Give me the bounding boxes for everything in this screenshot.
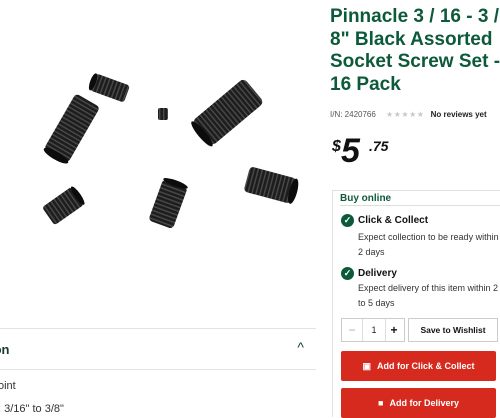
description-accordion-header[interactable]: ion ^ (0, 328, 316, 370)
quantity-input[interactable]: 1 (362, 319, 386, 341)
delivery-title: Delivery (358, 268, 397, 279)
description-line: : 3/16" to 3/8" (0, 403, 64, 415)
click-collect-text: Expect collection to be ready within 2 d… (358, 232, 499, 257)
add-delivery-button[interactable]: ■ Add for Delivery (341, 388, 496, 418)
add-click-collect-button[interactable]: ▣ Add for Click & Collect (341, 351, 496, 381)
store-icon: ▣ (362, 361, 371, 371)
price-dollars: 5 (341, 132, 360, 170)
check-icon: ✓ (341, 267, 354, 280)
save-to-wishlist-button[interactable]: Save to Wishlist (408, 318, 498, 342)
add-delivery-label: Add for Delivery (389, 398, 459, 408)
add-click-collect-label: Add for Click & Collect (377, 361, 475, 371)
description-line: oint (0, 380, 16, 392)
divider (340, 205, 500, 206)
reviews-link[interactable]: No reviews yet (431, 110, 487, 119)
click-collect-title: Click & Collect (358, 215, 429, 226)
buy-online-title: Buy online (340, 193, 392, 204)
price-cents: .75 (369, 138, 389, 154)
screw-set-image (43, 73, 299, 228)
check-icon: ✓ (341, 214, 354, 227)
quantity-decrease-button[interactable]: − (342, 319, 362, 341)
product-title: Pinnacle 3 / 16 - 3 / 8" Black Assorted … (330, 6, 500, 95)
quantity-increase-button[interactable]: + (384, 319, 404, 341)
product-meta: I/N: 2420766 ★★★★★ No reviews yet (330, 110, 487, 119)
item-number: I/N: 2420766 (330, 110, 376, 119)
chevron-up-icon: ^ (297, 339, 304, 355)
price-currency: $ (332, 138, 341, 155)
rating-stars-icon[interactable]: ★★★★★ (386, 110, 424, 119)
quantity-stepper[interactable]: − 1 + (341, 318, 405, 342)
description-accordion-title: ion (0, 342, 10, 357)
product-image[interactable] (0, 0, 318, 330)
delivery-text: Expect delivery of this item within 2 to… (358, 283, 499, 308)
truck-icon: ■ (378, 398, 384, 408)
